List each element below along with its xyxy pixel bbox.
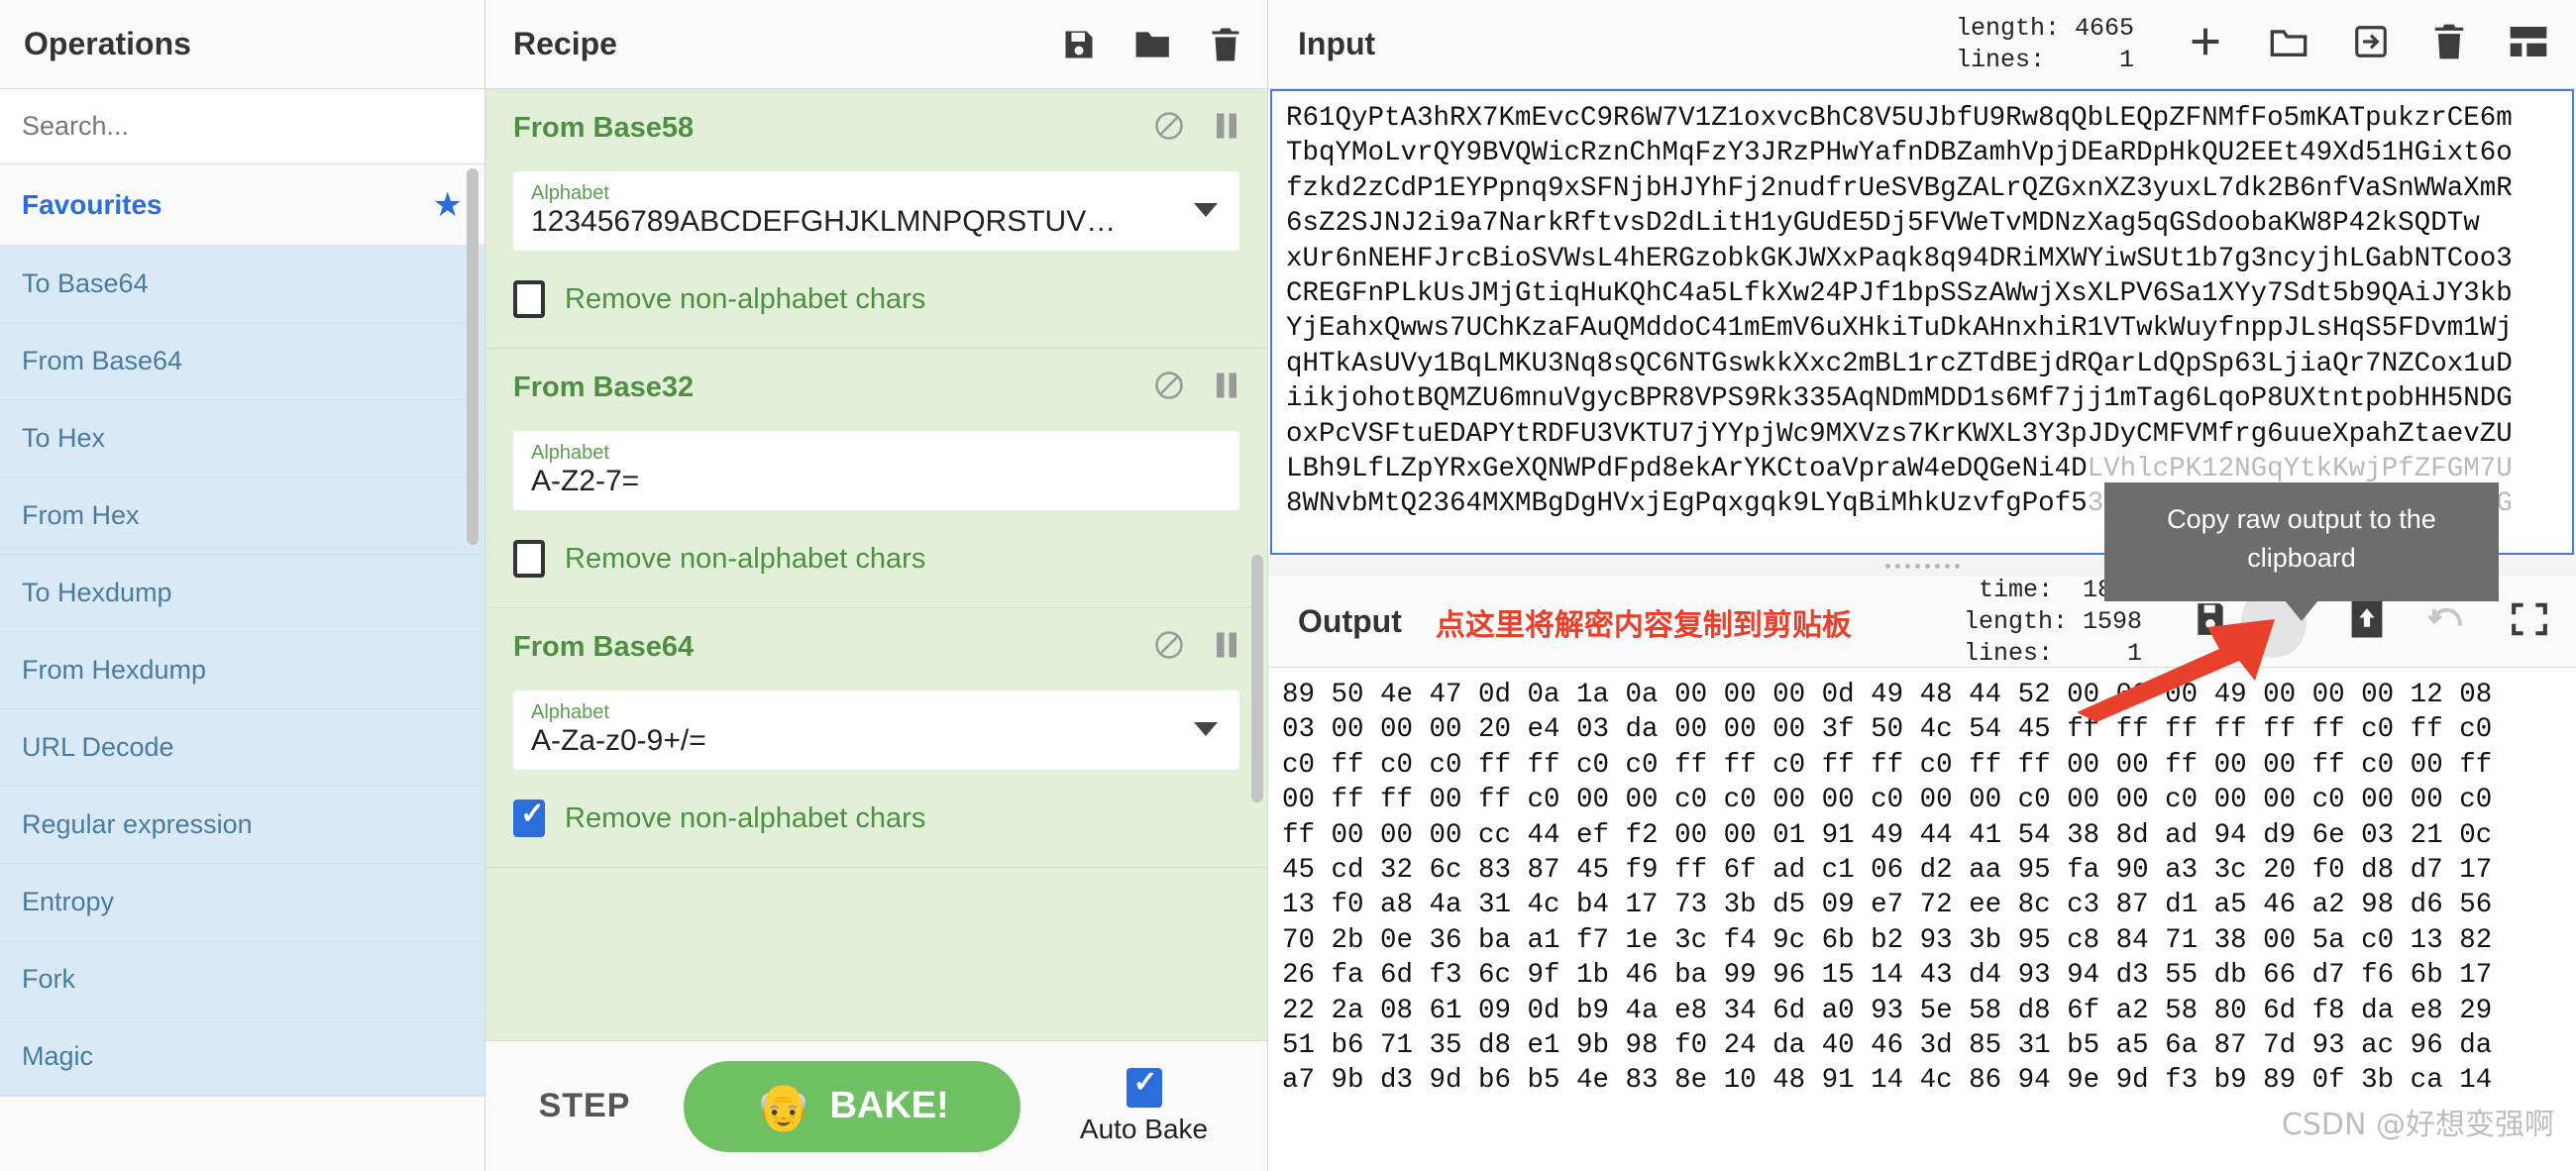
auto-bake-checkbox[interactable] xyxy=(1126,1065,1162,1108)
remove-non-alphabet-row[interactable]: Remove non-alphabet chars xyxy=(513,540,1239,578)
recipe-op-header: From Base64 xyxy=(513,630,1239,665)
pause-icon[interactable] xyxy=(1214,111,1239,146)
remove-non-alphabet-label: Remove non-alphabet chars xyxy=(565,542,926,575)
disable-icon[interactable] xyxy=(1154,371,1184,405)
alphabet-argument[interactable]: Alphabet A-Z2-7= xyxy=(513,431,1239,510)
annotation-text: 点这里将解密内容复制到剪贴板 xyxy=(1435,607,1852,643)
sidebar-item-from-hex[interactable]: From Hex xyxy=(0,478,484,555)
auto-bake-toggle[interactable]: Auto Bake xyxy=(1020,1065,1267,1145)
disable-icon[interactable] xyxy=(1154,630,1184,665)
annotation-arrow xyxy=(2077,619,2275,722)
save-icon[interactable] xyxy=(1061,27,1097,62)
recipe-op-header: From Base58 xyxy=(513,111,1239,146)
recipe-op-controls xyxy=(1154,371,1239,405)
sidebar-item-from-hexdump[interactable]: From Hexdump xyxy=(0,632,484,709)
trash-icon[interactable] xyxy=(2433,23,2465,65)
sidebar-item-to-hexdump[interactable]: To Hexdump xyxy=(0,555,484,632)
recipe-op-from-base32[interactable]: From Base32 Alphabet A-Z2-7= Remove non-… xyxy=(485,349,1267,608)
recipe-op-controls xyxy=(1154,630,1239,665)
operations-list: Favourites ★ To Base64 From Base64 To He… xyxy=(0,164,484,1171)
remove-non-alphabet-label: Remove non-alphabet chars xyxy=(565,801,926,834)
import-icon[interactable] xyxy=(2352,23,2390,65)
operations-title: Operations xyxy=(24,26,191,61)
input-text[interactable]: R61QyPtA3hRX7KmEvcC9R6W7V1Z1oxvcBhC8V5UJ… xyxy=(1286,101,2572,452)
recipe-op-from-base64[interactable]: From Base64 Alphabet A-Za-z0-9+/= ✓ Remo… xyxy=(485,608,1267,868)
sidebar-item-regular-expression[interactable]: Regular expression xyxy=(0,787,484,864)
favourites-label: Favourites xyxy=(22,188,162,220)
alphabet-label: Alphabet xyxy=(531,701,609,723)
operations-list-tail xyxy=(0,1096,484,1139)
favourites-category[interactable]: Favourites ★ xyxy=(0,164,484,246)
bake-button-label: BAKE! xyxy=(829,1085,949,1126)
operations-scrollbar[interactable] xyxy=(467,168,479,545)
chef-icon: 👴 xyxy=(755,1080,812,1132)
pause-icon[interactable] xyxy=(1214,371,1239,405)
alphabet-value[interactable]: A-Za-z0-9+/= xyxy=(531,724,1222,758)
remove-non-alphabet-checkbox[interactable] xyxy=(513,797,545,837)
disable-icon[interactable] xyxy=(1154,111,1184,146)
output-text[interactable]: 89 50 4e 47 0d 0a 1a 0a 00 00 00 0d 49 4… xyxy=(1282,678,2576,1099)
recipe-op-title: From Base64 xyxy=(513,631,695,663)
search-input[interactable] xyxy=(0,111,484,142)
chevron-down-icon[interactable] xyxy=(1194,203,1218,217)
add-tab-icon[interactable] xyxy=(2186,22,2225,66)
sidebar-item-url-decode[interactable]: URL Decode xyxy=(0,709,484,787)
operations-header: Operations xyxy=(0,0,484,89)
sidebar-item-to-hex[interactable]: To Hex xyxy=(0,400,484,478)
input-header: Input length: 4665 lines: 1 xyxy=(1268,0,2576,89)
recipe-op-title: From Base32 xyxy=(513,372,695,403)
folder-icon[interactable] xyxy=(1134,28,1172,61)
operations-search[interactable] xyxy=(0,89,484,164)
remove-non-alphabet-label: Remove non-alphabet chars xyxy=(565,282,926,315)
input-meta: length: 4665 lines: 1 xyxy=(1955,13,2134,74)
trash-icon[interactable] xyxy=(1210,27,1241,62)
open-folder-icon[interactable] xyxy=(2269,25,2308,63)
input-title: Input xyxy=(1298,26,1376,61)
remove-non-alphabet-row[interactable]: Remove non-alphabet chars xyxy=(513,280,1239,318)
remove-non-alphabet-row[interactable]: Remove non-alphabet chars xyxy=(513,797,1239,837)
chevron-down-icon[interactable] xyxy=(1194,722,1218,736)
remove-non-alphabet-checkbox[interactable] xyxy=(513,540,545,578)
recipe-operations: From Base58 Alphabet 123456789ABCDEFGHJK… xyxy=(485,89,1267,1040)
alphabet-value[interactable]: 123456789ABCDEFGHJKLMNPQRSTUV… xyxy=(531,205,1222,239)
alphabet-argument[interactable]: Alphabet 123456789ABCDEFGHJKLMNPQRSTUV… xyxy=(513,171,1239,251)
undo-icon xyxy=(2427,601,2467,642)
sidebar-item-to-base64[interactable]: To Base64 xyxy=(0,246,484,323)
alphabet-argument[interactable]: Alphabet A-Za-z0-9+/= xyxy=(513,691,1239,770)
tooltip: Copy raw output to the clipboard xyxy=(2104,482,2499,622)
alphabet-label: Alphabet xyxy=(531,182,609,204)
recipe-title: Recipe xyxy=(513,26,617,61)
sidebar-item-from-base64[interactable]: From Base64 xyxy=(0,323,484,400)
alphabet-label: Alphabet xyxy=(531,442,609,464)
recipe-op-from-base58[interactable]: From Base58 Alphabet 123456789ABCDEFGHJK… xyxy=(485,89,1267,349)
recipe-scrollbar[interactable] xyxy=(1251,555,1263,802)
recipe-panel: Recipe From Base58 Alphabet 123456789ABC… xyxy=(485,0,1268,1171)
operations-panel: Operations Favourites ★ To Base64 From B… xyxy=(0,0,485,1171)
recipe-op-header: From Base32 xyxy=(513,371,1239,405)
recipe-op-controls xyxy=(1154,111,1239,146)
bake-button[interactable]: 👴 BAKE! xyxy=(684,1060,1020,1152)
open-in-tab-icon[interactable] xyxy=(2350,599,2384,644)
sidebar-item-magic[interactable]: Magic xyxy=(0,1018,484,1096)
recipe-header: Recipe xyxy=(485,0,1267,89)
recipe-op-title: From Base58 xyxy=(513,112,695,144)
auto-bake-label: Auto Bake xyxy=(1079,1113,1209,1144)
sidebar-item-entropy[interactable]: Entropy xyxy=(0,864,484,941)
layout-icon[interactable] xyxy=(2509,25,2548,63)
step-button[interactable]: STEP xyxy=(485,1087,684,1125)
input-header-icons xyxy=(2186,22,2548,66)
recipe-footer: STEP 👴 BAKE! Auto Bake xyxy=(485,1040,1267,1171)
recipe-header-icons xyxy=(1061,27,1241,62)
output-title: Output xyxy=(1298,603,1402,639)
remove-non-alphabet-checkbox[interactable] xyxy=(513,280,545,318)
pause-icon[interactable] xyxy=(1214,630,1239,665)
alphabet-value[interactable]: A-Z2-7= xyxy=(531,465,1222,498)
maximize-icon[interactable] xyxy=(2511,601,2548,642)
star-icon: ★ xyxy=(432,185,463,224)
output-textarea[interactable]: 89 50 4e 47 0d 0a 1a 0a 00 00 00 0d 49 4… xyxy=(1268,668,2576,1171)
cyberchef-app: Operations Favourites ★ To Base64 From B… xyxy=(0,0,2576,1171)
sidebar-item-fork[interactable]: Fork xyxy=(0,941,484,1018)
